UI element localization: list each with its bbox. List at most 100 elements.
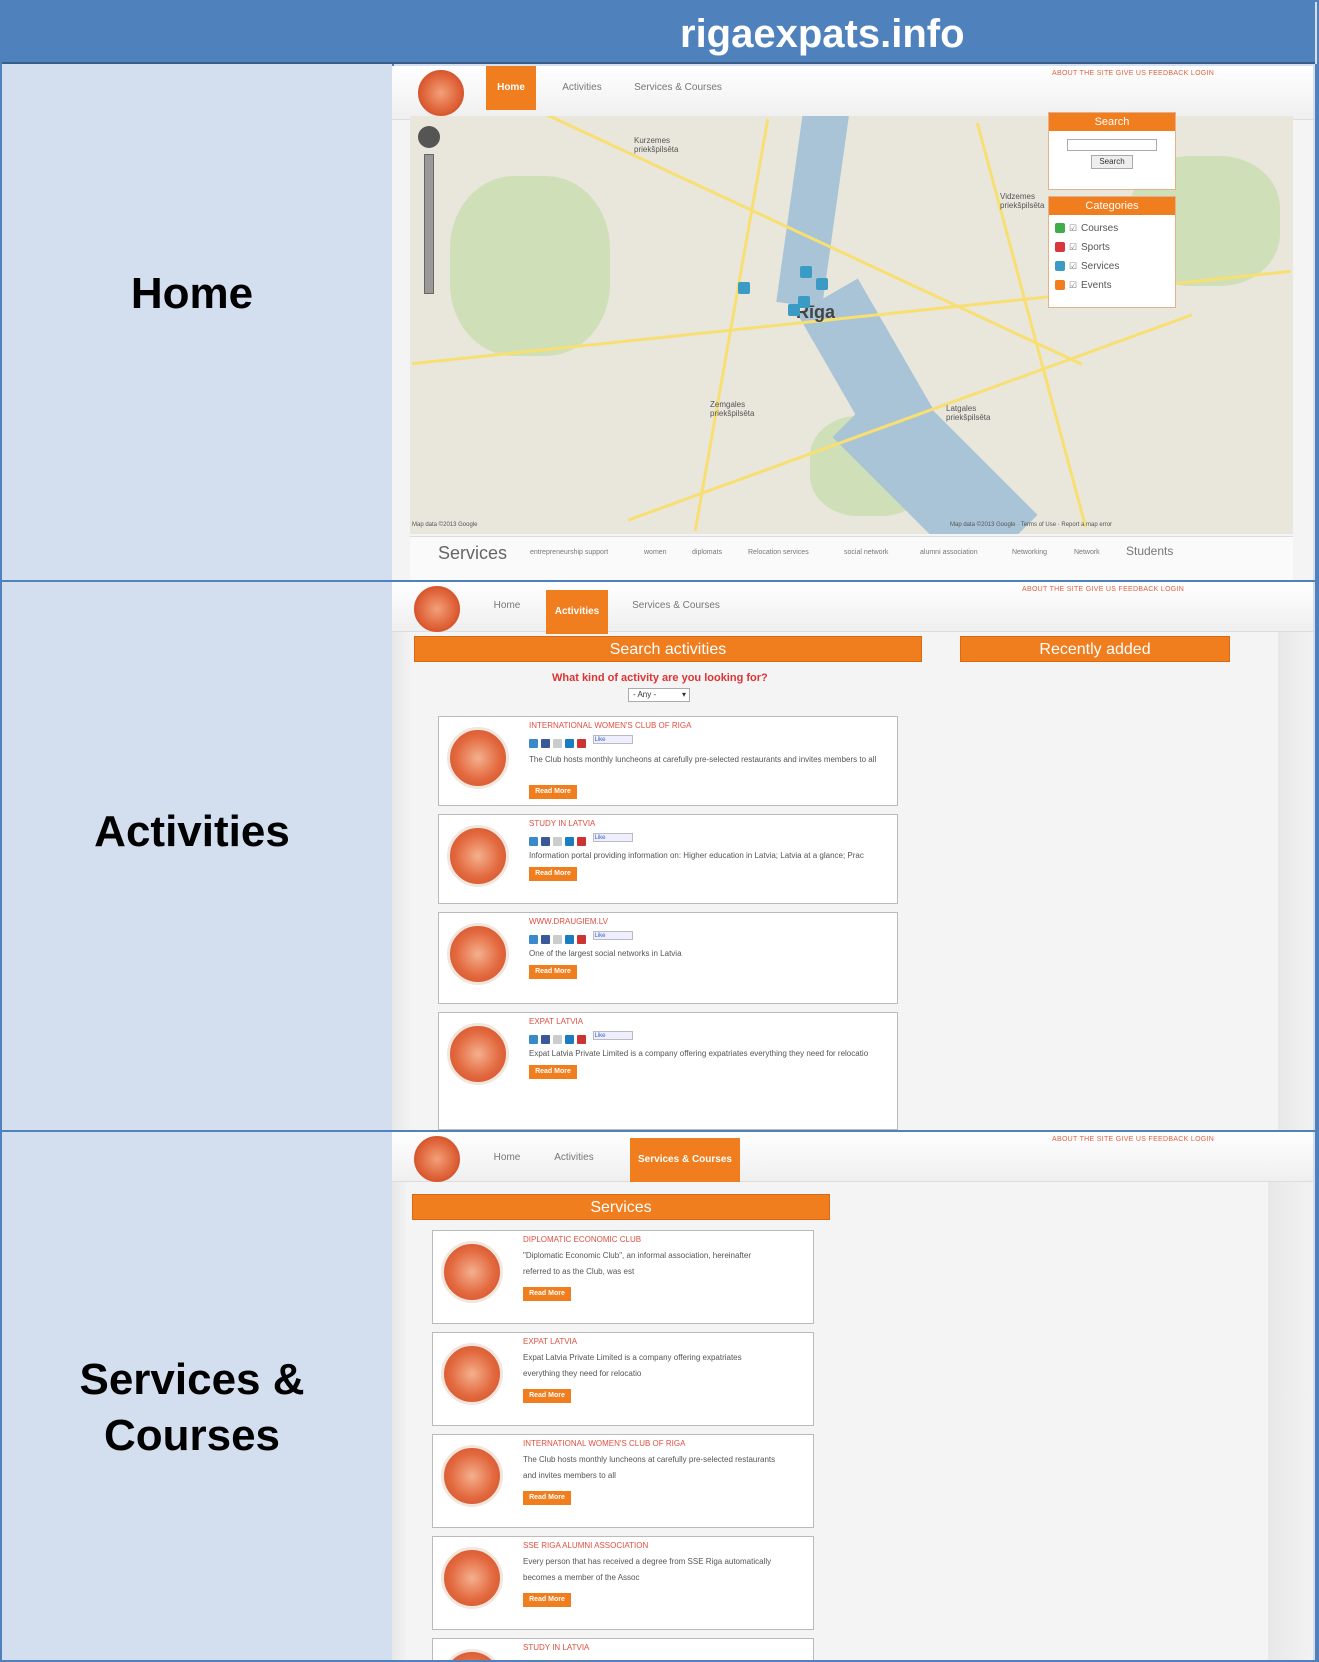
services-tag-bar: Services entrepreneurship support women … <box>410 536 1293 580</box>
card-description: referred to as the Club, was est <box>523 1267 635 1276</box>
activity-type-select[interactable]: - Any - ▾ <box>628 688 690 702</box>
right-border <box>1315 64 1317 1660</box>
twitter-icon[interactable] <box>529 935 538 944</box>
facebook-icon[interactable] <box>541 1035 550 1044</box>
email-icon[interactable] <box>553 935 562 944</box>
map-marker-service[interactable] <box>800 266 812 278</box>
categories-panel: Categories ☑ Courses ☑ Sports ☑ Services… <box>1048 196 1176 308</box>
bookmark-icon[interactable] <box>577 739 586 748</box>
sports-marker-icon <box>1055 242 1065 252</box>
checkbox-icon[interactable]: ☑ <box>1069 219 1077 238</box>
nav-activities[interactable]: Activities <box>552 66 612 110</box>
facebook-icon[interactable] <box>541 837 550 846</box>
share-icon[interactable] <box>565 1035 574 1044</box>
site-logo[interactable] <box>414 586 460 632</box>
search-button[interactable]: Search <box>1091 155 1133 169</box>
map-pan-control[interactable] <box>418 126 440 148</box>
nav-activities[interactable]: Activities <box>544 1136 604 1180</box>
nav-home[interactable]: Home <box>482 584 532 628</box>
map-marker-service[interactable] <box>788 304 800 316</box>
service-card: STUDY IN LATVIA <box>432 1638 814 1660</box>
like-button[interactable]: Like <box>593 833 634 842</box>
site-logo[interactable] <box>414 1136 460 1182</box>
activity-card: STUDY IN LATVIA Like Information portal … <box>438 814 898 904</box>
share-row: Like <box>529 931 634 944</box>
twitter-icon[interactable] <box>529 1035 538 1044</box>
search-activities-header: Search activities <box>414 636 922 662</box>
category-courses[interactable]: ☑ Courses <box>1049 219 1175 238</box>
map-attribution[interactable]: Map data ©2013 Google · Terms of Use · R… <box>950 522 1112 528</box>
read-more-button[interactable]: Read More <box>529 867 577 881</box>
card-title[interactable]: EXPAT LATVIA <box>529 1017 583 1026</box>
category-sports[interactable]: ☑ Sports <box>1049 238 1175 257</box>
card-title[interactable]: STUDY IN LATVIA <box>523 1643 589 1652</box>
card-title[interactable]: INTERNATIONAL WOMEN'S CLUB OF RIGA <box>523 1439 685 1448</box>
card-title[interactable]: STUDY IN LATVIA <box>529 819 595 828</box>
email-icon[interactable] <box>553 739 562 748</box>
share-icon[interactable] <box>565 935 574 944</box>
bookmark-icon[interactable] <box>577 935 586 944</box>
home-screenshot: Home Activities Services & Courses ABOUT… <box>392 66 1313 580</box>
bookmark-icon[interactable] <box>577 1035 586 1044</box>
service-tag[interactable]: alumni association <box>920 549 978 556</box>
service-tag[interactable]: Relocation services <box>748 549 809 556</box>
activity-question: What kind of activity are you looking fo… <box>552 672 768 684</box>
read-more-button[interactable]: Read More <box>523 1287 571 1301</box>
read-more-button[interactable]: Read More <box>523 1389 571 1403</box>
service-tag[interactable]: entrepreneurship support <box>530 549 608 556</box>
nav-home[interactable]: Home <box>486 66 536 110</box>
card-title[interactable]: SSE RIGA ALUMNI ASSOCIATION <box>523 1541 648 1550</box>
like-button[interactable]: Like <box>593 931 634 940</box>
site-logo[interactable] <box>418 70 464 116</box>
service-tag[interactable]: diplomats <box>692 549 722 556</box>
card-description: The Club hosts monthly luncheons at care… <box>529 755 877 764</box>
card-title[interactable]: DIPLOMATIC ECONOMIC CLUB <box>523 1235 641 1244</box>
read-more-button[interactable]: Read More <box>523 1491 571 1505</box>
nav-services-courses[interactable]: Services & Courses <box>628 66 728 110</box>
share-row: Like <box>529 833 634 846</box>
card-title[interactable]: WWW.DRAUGIEM.LV <box>529 917 608 926</box>
card-title[interactable]: INTERNATIONAL WOMEN'S CLUB OF RIGA <box>529 721 691 730</box>
facebook-icon[interactable] <box>541 935 550 944</box>
category-services[interactable]: ☑ Services <box>1049 257 1175 276</box>
checkbox-icon[interactable]: ☑ <box>1069 238 1077 257</box>
card-title[interactable]: EXPAT LATVIA <box>523 1337 577 1346</box>
top-links[interactable]: ABOUT THE SITE GIVE US FEEDBACK LOGIN <box>1052 1136 1214 1143</box>
email-icon[interactable] <box>553 837 562 846</box>
service-tag[interactable]: Network <box>1074 549 1100 556</box>
activities-screenshot: Home Activities Services & Courses ABOUT… <box>392 582 1313 1130</box>
share-icon[interactable] <box>565 837 574 846</box>
bookmark-icon[interactable] <box>577 837 586 846</box>
checkbox-icon[interactable]: ☑ <box>1069 257 1077 276</box>
top-links[interactable]: ABOUT THE SITE GIVE US FEEDBACK LOGIN <box>1022 586 1184 593</box>
read-more-button[interactable]: Read More <box>523 1593 571 1607</box>
nav-services-courses[interactable]: Services & Courses <box>630 1138 740 1182</box>
service-tag[interactable]: Students <box>1126 544 1173 558</box>
nav-home[interactable]: Home <box>482 1136 532 1180</box>
like-button[interactable]: Like <box>593 735 634 744</box>
category-events[interactable]: ☑ Events <box>1049 276 1175 295</box>
service-tag[interactable]: social network <box>844 549 888 556</box>
email-icon[interactable] <box>553 1035 562 1044</box>
map-marker-service[interactable] <box>816 278 828 290</box>
site-topbar: Home Activities Services & Courses ABOUT… <box>392 1132 1313 1182</box>
twitter-icon[interactable] <box>529 739 538 748</box>
nav-services-courses[interactable]: Services & Courses <box>626 584 726 628</box>
read-more-button[interactable]: Read More <box>529 1065 577 1079</box>
nav-activities[interactable]: Activities <box>546 590 608 634</box>
twitter-icon[interactable] <box>529 837 538 846</box>
map-zoom-slider[interactable] <box>424 154 434 294</box>
service-tag[interactable]: women <box>644 549 667 556</box>
facebook-icon[interactable] <box>541 739 550 748</box>
read-more-button[interactable]: Read More <box>529 965 577 979</box>
map-marker-service[interactable] <box>738 282 750 294</box>
service-tag[interactable]: Networking <box>1012 549 1047 556</box>
read-more-button[interactable]: Read More <box>529 785 577 799</box>
checkbox-icon[interactable]: ☑ <box>1069 276 1077 295</box>
search-input[interactable] <box>1067 139 1157 151</box>
like-button[interactable]: Like <box>593 1031 634 1040</box>
top-links[interactable]: ABOUT THE SITE GIVE US FEEDBACK LOGIN <box>1052 70 1214 77</box>
card-description: Information portal providing information… <box>529 851 864 860</box>
share-icon[interactable] <box>565 739 574 748</box>
map-zoom-control[interactable] <box>418 126 440 306</box>
